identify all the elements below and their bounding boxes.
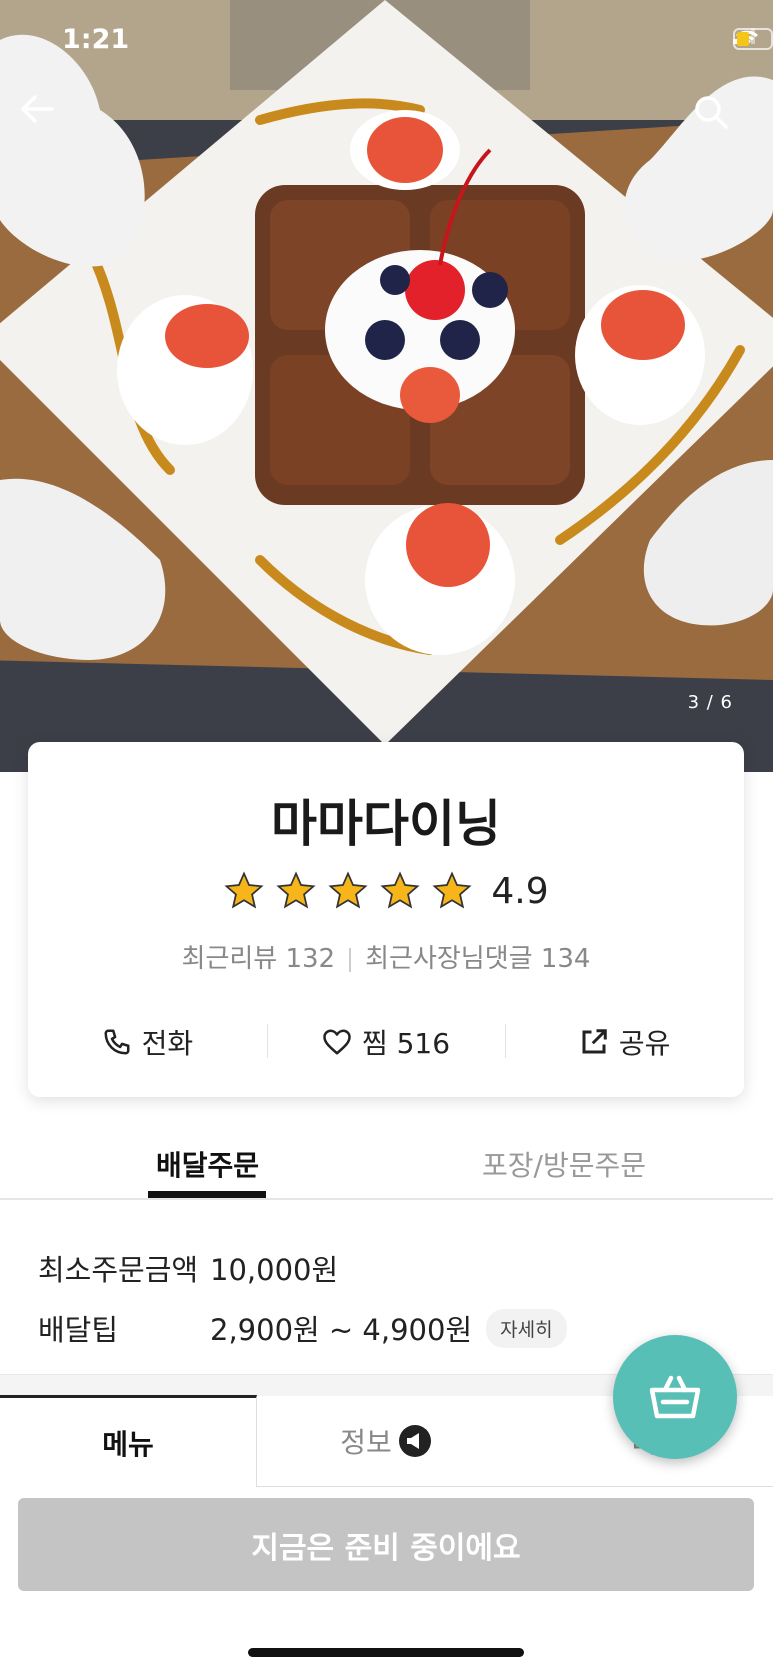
share-button[interactable]: 공유 [505,1022,744,1062]
delivery-tip-label: 배달팁 [38,1313,119,1347]
tip-detail-button[interactable]: 자세히 [486,1308,567,1348]
status-time: 1:21 [62,24,130,55]
like-label: 찜 516 [361,1027,451,1060]
action-row: 전화 찜 516 공유 [28,1022,744,1062]
star-icon [224,871,264,909]
star-icon [328,871,368,909]
delivery-tip-value: 2,900원 ~ 4,900원 [210,1313,473,1347]
cart-button[interactable] [613,1335,737,1459]
search-icon [695,96,728,129]
tab-menu[interactable]: 메뉴 [0,1395,257,1487]
star-icon [276,871,316,909]
owner-replies[interactable]: 최근사장님댓글 134 [365,944,590,974]
active-tab-indicator [148,1191,266,1198]
store-name: 마마다이닝 [271,795,501,853]
review-counts[interactable]: 최근리뷰 132 최근사장님댓글 134 [28,938,744,975]
phone-icon [104,1029,130,1055]
order-cta-button[interactable]: 지금은 준비 중이에요 [18,1498,754,1591]
back-arrow-icon [21,95,54,123]
cart-icon [649,1375,701,1419]
recent-reviews[interactable]: 최근리뷰 132 [182,944,336,974]
store-photo[interactable]: 1:21 3 / 6 [0,0,773,772]
share-icon [582,1029,607,1054]
battery-icon [733,28,773,50]
rating-row[interactable]: 4.9 [28,870,744,912]
french-toast-photo [0,0,773,772]
min-order-row: 최소주문금액 10,000원 [38,1238,567,1298]
separator [349,947,352,972]
tab-menu-label: 메뉴 [102,1427,154,1461]
call-label: 전화 [141,1027,194,1060]
min-order-label: 최소주문금액 [38,1253,199,1287]
home-indicator[interactable] [248,1648,524,1657]
delivery-tip-row: 배달팁 2,900원 ~ 4,900원 자세히 [38,1298,567,1358]
like-button[interactable]: 찜 516 [266,1022,506,1062]
min-order-value: 10,000원 [210,1253,339,1287]
tab-info[interactable]: 정보 [257,1395,515,1487]
photo-counter: 3 / 6 [687,692,733,713]
rating-value: 4.9 [491,870,549,912]
star-icon [432,871,472,909]
search-button[interactable] [693,94,753,154]
tab-pickup-order[interactable]: 포장/방문주문 [482,1144,646,1184]
tab-delivery-order[interactable]: 배달주문 [156,1144,259,1184]
order-type-tabs: 배달주문 포장/방문주문 [0,1120,773,1200]
heart-icon [323,1029,351,1055]
megaphone-icon [398,1424,431,1457]
share-label: 공유 [618,1027,671,1060]
star-icon [380,871,420,909]
call-button[interactable]: 전화 [28,1022,267,1062]
order-info: 최소주문금액 10,000원 배달팁 2,900원 ~ 4,900원 자세히 [38,1238,567,1358]
tab-info-label: 정보 [340,1425,392,1459]
store-info-card: 마마다이닝 4.9 최근리뷰 132 최근사장님댓글 134 전화 찜 516 [28,742,744,1097]
back-button[interactable] [20,94,80,154]
